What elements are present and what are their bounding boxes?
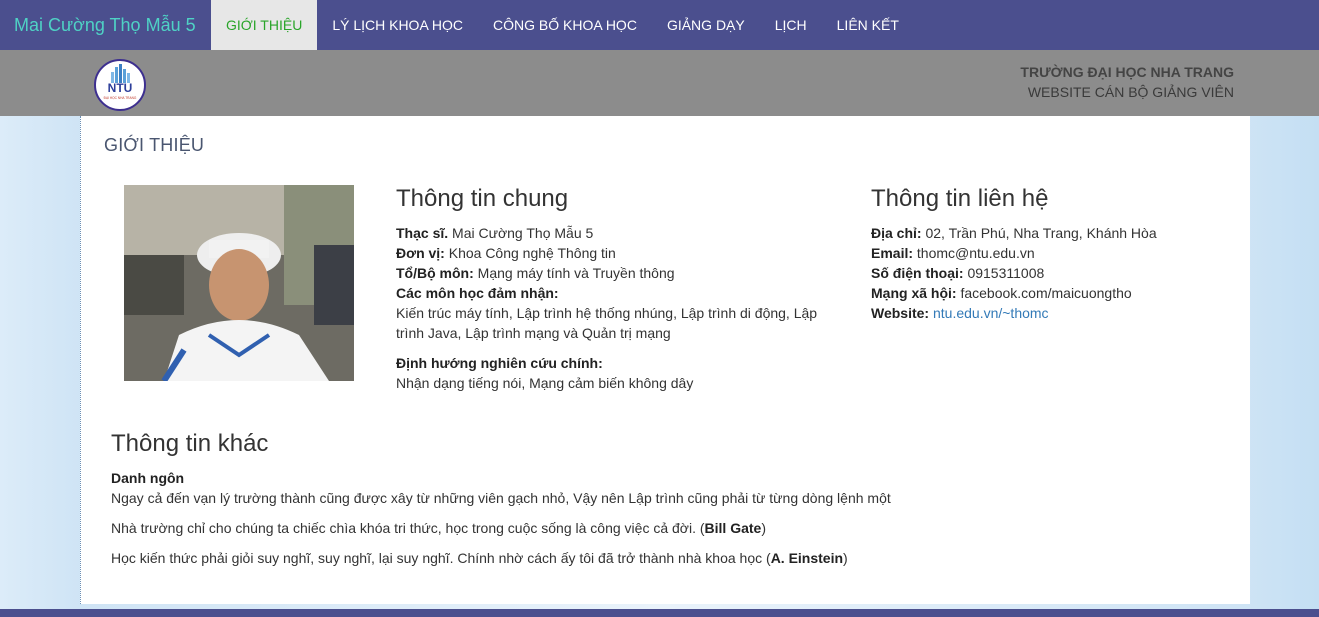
header-band: NTU ĐẠI HỌC NHA TRANG TRƯỜNG ĐẠI HỌC NHA…	[0, 50, 1319, 116]
contact-info: Thông tin liên hệ Địa chỉ: 02, Trần Phú,…	[871, 185, 1231, 323]
email-value: thomc@ntu.edu.vn	[916, 245, 1035, 261]
quote-1: Ngay cả đến vạn lý trường thành cũng đượ…	[111, 490, 891, 506]
profile-photo	[124, 185, 354, 381]
quote-2: Nhà trường chỉ cho chúng ta chiếc chìa k…	[111, 520, 766, 536]
ntu-logo-icon: NTU ĐẠI HỌC NHA TRANG	[104, 64, 137, 100]
department-value: Mạng máy tính và Truyền thông	[477, 265, 675, 281]
degree-value: Mai Cường Thọ Mẫu 5	[452, 225, 594, 241]
nav-item-gioi-thieu[interactable]: GIỚI THIỆU	[211, 0, 318, 50]
website-row: Website: ntu.edu.vn/~thomc	[871, 303, 1231, 323]
unit-row: Đơn vị: Khoa Công nghệ Thông tin	[396, 243, 836, 263]
logo-text: NTU	[108, 81, 133, 95]
other-info: Thông tin khác Danh ngôn Ngay cả đến vạn…	[111, 430, 1211, 578]
quote-3: Học kiến thức phải giỏi suy nghĩ, suy ng…	[111, 550, 848, 566]
address-value: 02, Trần Phú, Nha Trang, Khánh Hòa	[925, 225, 1157, 241]
nav-item-ly-lich-khoa-hoc[interactable]: LÝ LỊCH KHOA HỌC	[317, 0, 478, 50]
quote-3-author: A. Einstein	[770, 550, 844, 566]
address-row: Địa chỉ: 02, Trần Phú, Nha Trang, Khánh …	[871, 223, 1231, 243]
other-info-heading: Thông tin khác	[111, 430, 269, 457]
courses-value: Kiến trúc máy tính, Lập trình hệ thống n…	[396, 305, 818, 341]
research-value: Nhận dạng tiếng nói, Mạng cảm biến không…	[396, 375, 694, 391]
nav-item-cong-bo-khoa-hoc[interactable]: CÔNG BỐ KHOA HỌC	[478, 0, 652, 50]
nav-item-lich[interactable]: LỊCH	[760, 0, 822, 50]
site-subtitle: WEBSITE CÁN BỘ GIẢNG VIÊN	[1027, 84, 1234, 100]
unit-label: Đơn vị:	[396, 245, 445, 261]
university-logo[interactable]: NTU ĐẠI HỌC NHA TRANG	[94, 59, 146, 111]
general-info: Thông tin chung Thạc sĩ. Mai Cường Thọ M…	[396, 185, 836, 393]
content-panel: GIỚI THIỆU Thông tin chung Thạc sĩ. Mai …	[80, 116, 1250, 604]
social-row: Mạng xã hội: facebook.com/maicuongtho	[871, 283, 1231, 303]
top-navbar: Mai Cường Thọ Mẫu 5 GIỚI THIỆU LÝ LỊCH K…	[0, 0, 1319, 50]
research-label: Định hướng nghiên cứu chính:	[396, 355, 603, 371]
email-row: Email: thomc@ntu.edu.vn	[871, 243, 1231, 263]
department-row: Tổ/Bộ môn: Mạng máy tính và Truyền thông	[396, 263, 836, 283]
courses-label: Các môn học đảm nhận:	[396, 285, 559, 301]
phone-value: 0915311008	[967, 265, 1045, 281]
email-label: Email:	[871, 245, 914, 261]
university-info: TRƯỜNG ĐẠI HỌC NHA TRANG WEBSITE CÁN BỘ …	[1020, 62, 1234, 102]
general-info-heading: Thông tin chung	[396, 185, 569, 212]
quote-2-author: Bill Gate	[704, 520, 762, 536]
nav-item-giang-day[interactable]: GIẢNG DẠY	[652, 0, 760, 50]
website-label: Website:	[871, 305, 930, 321]
contact-info-heading: Thông tin liên hệ	[871, 185, 1049, 212]
footer-bar	[0, 609, 1319, 617]
quotes-label: Danh ngôn	[111, 470, 185, 486]
phone-row: Số điện thoại: 0915311008	[871, 263, 1231, 283]
section-title: GIỚI THIỆU	[104, 135, 205, 155]
degree-label: Thạc sĩ.	[396, 225, 449, 241]
degree-row: Thạc sĩ. Mai Cường Thọ Mẫu 5	[396, 223, 836, 243]
social-label: Mạng xã hội:	[871, 285, 957, 301]
address-label: Địa chỉ:	[871, 225, 922, 241]
website-link[interactable]: ntu.edu.vn/~thomc	[933, 305, 1049, 321]
site-brand[interactable]: Mai Cường Thọ Mẫu 5	[0, 0, 211, 50]
unit-value: Khoa Công nghệ Thông tin	[448, 245, 616, 261]
logo-subtext: ĐẠI HỌC NHA TRANG	[104, 96, 137, 100]
phone-label: Số điện thoại:	[871, 265, 964, 281]
department-label: Tổ/Bộ môn:	[396, 265, 474, 281]
university-name: TRƯỜNG ĐẠI HỌC NHA TRANG	[1020, 64, 1234, 80]
nav-item-lien-ket[interactable]: LIÊN KẾT	[822, 0, 914, 50]
social-value: facebook.com/maicuongtho	[960, 285, 1132, 301]
